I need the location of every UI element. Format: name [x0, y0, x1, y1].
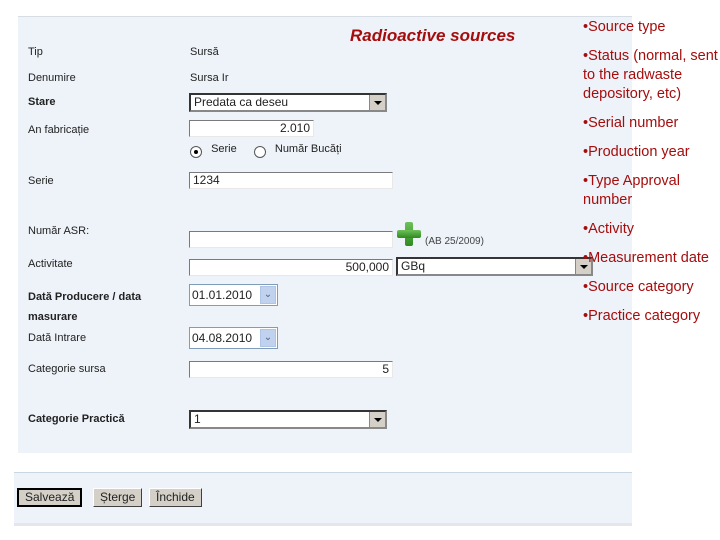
- annotation-item: •Production year: [583, 144, 690, 160]
- categorie-practica-value: 1: [194, 412, 201, 426]
- add-icon[interactable]: [397, 222, 421, 246]
- annotation-item: •Practice category: [583, 308, 701, 324]
- radio-serie[interactable]: [190, 146, 202, 159]
- stare-select[interactable]: Predata ca deseu: [189, 93, 387, 112]
- radio-numar-bucati-label: Număr Bucăți: [274, 143, 342, 155]
- annotation-item: •Status (normal, sent to the radwaste de…: [583, 48, 718, 102]
- serie-input[interactable]: 1234: [189, 172, 393, 189]
- numar-asr-input[interactable]: [189, 231, 393, 248]
- an-fabricatie-label: An fabricație: [28, 124, 90, 136]
- annotation-item: •Source type: [583, 19, 666, 35]
- categorie-practica-label: Categorie Practică: [28, 413, 125, 425]
- data-intrare-picker[interactable]: 04.08.2010 ⌄: [189, 327, 278, 349]
- stare-select-value: Predata ca deseu: [194, 95, 289, 109]
- mode-radio-group: Serie Număr Bucăți: [190, 143, 342, 159]
- chevron-down-icon[interactable]: ⌄: [260, 286, 276, 304]
- radio-serie-label: Serie: [211, 143, 237, 155]
- data-producere-picker[interactable]: 01.01.2010 ⌄: [189, 284, 278, 306]
- tip-label: Tip: [28, 46, 43, 58]
- tip-value: Sursă: [190, 46, 219, 58]
- data-producere-value: 01.01.2010: [192, 288, 253, 302]
- activitate-label: Activitate: [28, 258, 73, 270]
- denumire-label: Denumire: [28, 72, 76, 84]
- categorie-practica-select[interactable]: 1: [189, 410, 387, 429]
- page-title: Radioactive sources: [350, 26, 516, 45]
- activitate-unit-value: GBq: [401, 259, 426, 273]
- annotation-item: •Measurement date: [583, 250, 709, 266]
- data-intrare-label: Dată Intrare: [28, 332, 87, 344]
- annotation-item: •Source category: [583, 279, 694, 295]
- chevron-down-icon[interactable]: [369, 95, 385, 110]
- serie-label: Serie: [28, 175, 54, 187]
- data-intrare-value: 04.08.2010: [192, 331, 253, 345]
- radio-numar-bucati[interactable]: [253, 146, 266, 159]
- chevron-down-icon[interactable]: [369, 412, 385, 427]
- close-button[interactable]: Închide: [149, 488, 202, 507]
- annotation-list: •Source type •Status (normal, sent to th…: [583, 18, 718, 336]
- data-producere-label: Dată Producere / data masurare: [28, 291, 142, 323]
- annotation-item: •Serial number: [583, 115, 679, 131]
- annotation-item: •Activity: [583, 221, 634, 237]
- denumire-value: Sursa Ir: [190, 72, 229, 84]
- chevron-down-icon[interactable]: ⌄: [260, 329, 276, 347]
- categorie-sursa-input[interactable]: 5: [189, 361, 393, 378]
- annotation-item: •Type Approval number: [583, 173, 680, 208]
- categorie-sursa-label: Categorie sursa: [28, 363, 106, 375]
- stare-label: Stare: [28, 96, 56, 108]
- activitate-unit-select[interactable]: GBq: [396, 257, 593, 276]
- an-fabricatie-input[interactable]: 2.010: [189, 120, 314, 137]
- delete-button[interactable]: Șterge: [93, 488, 143, 507]
- save-button[interactable]: Salvează: [17, 488, 83, 507]
- asr-note: (AB 25/2009): [425, 236, 484, 247]
- numar-asr-label: Număr ASR:: [28, 225, 90, 237]
- activitate-input[interactable]: 500,000: [189, 259, 393, 276]
